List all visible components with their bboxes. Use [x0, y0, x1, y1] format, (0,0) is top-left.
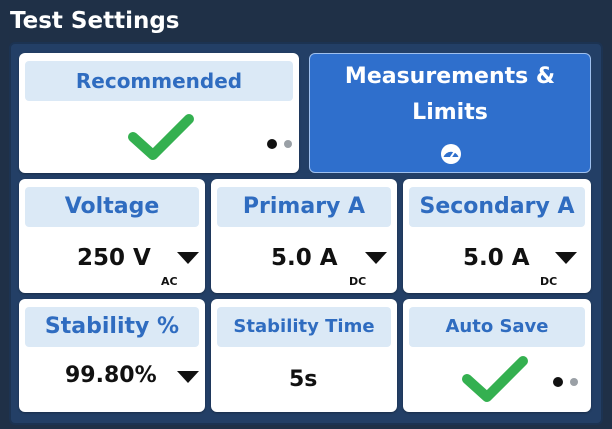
- voltage-tile[interactable]: Voltage 250 V AC: [19, 179, 205, 293]
- page-dot-active: [267, 139, 277, 149]
- stability-time-label: Stability Time: [217, 307, 391, 347]
- stability-time-tile[interactable]: Stability Time 5s: [211, 299, 397, 412]
- settings-grid: Recommended Measurements & Limits Voltag…: [9, 42, 603, 425]
- test-settings-panel: Test Settings Recommended Measurements &…: [0, 0, 612, 429]
- page-dot-inactive: [570, 378, 578, 386]
- measurements-label-line1: Measurements &: [344, 64, 556, 89]
- voltage-unit: AC: [161, 275, 178, 288]
- measurements-limits-tile[interactable]: Measurements & Limits: [309, 53, 591, 173]
- auto-save-tile[interactable]: Auto Save: [403, 299, 591, 412]
- page-dot-inactive: [284, 140, 292, 148]
- primary-a-dropdown-arrow-icon[interactable]: [365, 252, 387, 264]
- primary-a-value: 5.0 A: [271, 245, 338, 271]
- stability-dropdown-arrow-icon[interactable]: [177, 371, 199, 383]
- stability-label: Stability %: [25, 307, 199, 347]
- recommended-label: Recommended: [25, 61, 293, 101]
- voltage-dropdown-arrow-icon[interactable]: [177, 252, 199, 264]
- check-icon: [462, 356, 528, 402]
- secondary-a-dropdown-arrow-icon[interactable]: [555, 252, 577, 264]
- stability-value: 99.80%: [65, 363, 157, 388]
- stability-tile[interactable]: Stability % 99.80%: [19, 299, 205, 412]
- measurements-label-line2: Limits: [412, 100, 488, 125]
- page-dot-active: [553, 377, 563, 387]
- check-icon: [128, 114, 194, 160]
- secondary-a-unit: DC: [540, 275, 558, 288]
- secondary-a-value: 5.0 A: [463, 245, 530, 271]
- secondary-a-tile[interactable]: Secondary A 5.0 A DC: [403, 179, 591, 293]
- panel-title: Test Settings: [10, 8, 180, 34]
- voltage-label: Voltage: [25, 187, 199, 227]
- auto-save-label: Auto Save: [409, 307, 585, 347]
- primary-a-tile[interactable]: Primary A 5.0 A DC: [211, 179, 397, 293]
- secondary-a-label: Secondary A: [409, 187, 585, 227]
- recommended-tile[interactable]: Recommended: [19, 53, 299, 173]
- stability-time-value: 5s: [289, 367, 318, 392]
- gauge-icon: [441, 144, 461, 164]
- voltage-value: 250 V: [77, 245, 151, 271]
- primary-a-unit: DC: [349, 275, 367, 288]
- primary-a-label: Primary A: [217, 187, 391, 227]
